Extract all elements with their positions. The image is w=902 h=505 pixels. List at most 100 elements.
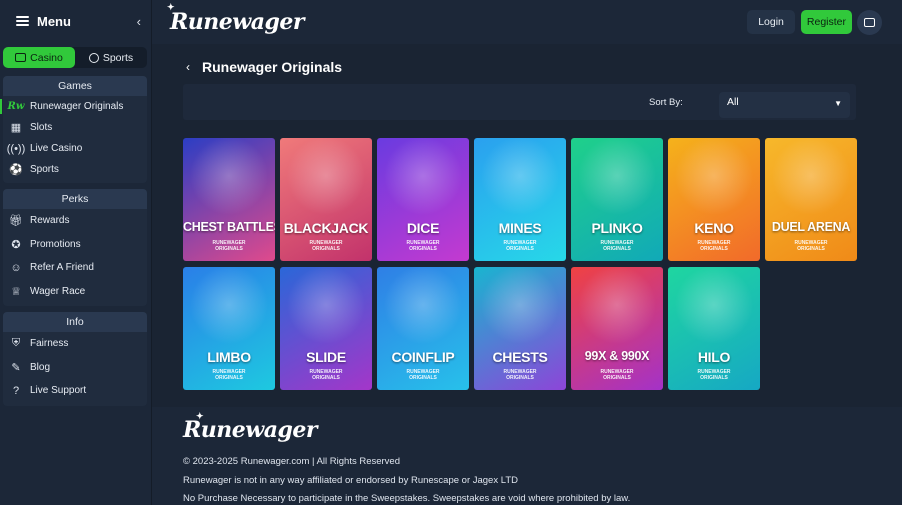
game-subtitle: RUNEWAGER ORIGINALS [600,369,634,381]
game-title: PLINKO [591,220,643,236]
casino-sports-toggle: Casino Sports [3,47,147,68]
casino-icon [15,53,27,62]
game-tile[interactable]: HILO RUNEWAGER ORIGINALS [668,267,760,390]
sidebar-item-blog[interactable]: ✎ Blog [3,356,147,380]
sidebar-item-label: Sports [30,164,59,175]
footer: ✦ Runewager © 2023-2025 Runewager.com | … [152,407,902,505]
game-subtitle: RUNEWAGER ORIGINALS [406,240,440,252]
blog-icon: ✎ [11,361,21,374]
back-chevron-icon[interactable]: ‹ [186,60,190,74]
casino-tab[interactable]: Casino [3,47,75,68]
sidebar-item-label: Live Casino [30,143,83,154]
game-tile[interactable]: CHESTS RUNEWAGER ORIGINALS [474,267,566,390]
help-icon: ? [12,384,20,397]
game-artwork [571,138,663,222]
game-artwork [377,138,469,222]
sidebar-item-sports[interactable]: ⚽ Sports [3,159,147,180]
games-section: Games Rw Runewager Originals ▦ Slots ((•… [0,76,147,183]
game-title: LIMBO [207,349,251,365]
sidebar-item-label: Wager Race [30,285,86,297]
game-tile[interactable]: MINES RUNEWAGER ORIGINALS [474,138,566,261]
sidebar-item-label: Blog [30,361,51,373]
games-section-title: Games [3,76,147,96]
sidebar-item-promotions[interactable]: ✪ Promotions [3,233,147,257]
sidebar-item-label: Refer A Friend [30,262,94,274]
game-subtitle: RUNEWAGER ORIGINALS [697,369,731,381]
sort-by-value: All [727,96,739,108]
game-subtitle: RUNEWAGER ORIGINALS [212,369,246,381]
refer-friend-icon: ☺ [10,261,22,274]
game-title: DUEL ARENA [771,220,851,234]
top-bar: ✦ Runewager Login Register [152,0,902,44]
sidebar-item-label: Runewager Originals [30,101,124,112]
chat-button[interactable] [857,9,882,35]
game-artwork [571,267,663,351]
sidebar-item-label: Slots [30,122,53,133]
game-title: CHEST BATTLES [183,220,275,234]
page-title: Runewager Originals [202,59,343,75]
game-subtitle: RUNEWAGER ORIGINALS [406,369,440,381]
game-subtitle: RUNEWAGER ORIGINALS [212,240,246,252]
chevron-down-icon: ▼ [834,99,842,108]
sidebar-item-refer-a-friend[interactable]: ☺ Refer A Friend [3,256,147,280]
game-tile[interactable]: COINFLIP RUNEWAGER ORIGINALS [377,267,469,390]
game-subtitle: RUNEWAGER ORIGINALS [794,240,828,252]
hamburger-icon[interactable] [16,16,29,26]
game-tile[interactable]: DUEL ARENA RUNEWAGER ORIGINALS [765,138,857,261]
game-tile[interactable]: CHEST BATTLES RUNEWAGER ORIGINALS [183,138,275,261]
game-tile[interactable]: LIMBO RUNEWAGER ORIGINALS [183,267,275,390]
game-title: 99X & 990X [584,349,650,363]
game-subtitle: RUNEWAGER ORIGINALS [600,240,634,252]
sparkle-icon: ✦ [167,3,175,13]
game-tile[interactable]: SLIDE RUNEWAGER ORIGINALS [280,267,372,390]
sweepstakes-disclaimer: No Purchase Necessary to participate in … [183,493,631,504]
sort-by-select[interactable]: All ▼ [719,92,850,118]
game-title: COINFLIP [391,349,455,365]
info-section-title: Info [3,312,147,332]
game-tile[interactable]: BLACKJACK RUNEWAGER ORIGINALS [280,138,372,261]
sort-by-label: Sort By: [649,97,683,108]
game-tile[interactable]: DICE RUNEWAGER ORIGINALS [377,138,469,261]
trophy-icon: ♕ [11,285,21,298]
game-artwork [474,138,566,222]
sidebar-item-fairness[interactable]: ⛨ Fairness [3,332,147,356]
game-artwork [183,267,275,351]
sidebar-item-runewager-originals[interactable]: Rw Runewager Originals [0,96,147,117]
menu-header: Menu ‹ [0,0,151,42]
game-subtitle: RUNEWAGER ORIGINALS [697,240,731,252]
logo-text: Runewager [170,9,304,35]
game-artwork [280,138,372,222]
runewager-icon: Rw [7,101,25,112]
sidebar-item-slots[interactable]: ▦ Slots [3,117,147,138]
game-artwork [377,267,469,351]
login-button[interactable]: Login [747,10,795,34]
filter-bar: Sort By: All ▼ [183,84,856,120]
affiliation-disclaimer: Runewager is not in any way affiliated o… [183,475,518,486]
sidebar-item-live-casino[interactable]: ((•)) Live Casino [3,138,147,159]
register-button[interactable]: Register [800,10,852,34]
game-tile[interactable]: PLINKO RUNEWAGER ORIGINALS [571,138,663,261]
game-title: BLACKJACK [283,220,369,236]
sidebar-item-live-support[interactable]: ? Live Support [3,379,147,403]
game-tile[interactable]: KENO RUNEWAGER ORIGINALS [668,138,760,261]
sidebar-item-label: Rewards [30,215,70,227]
sidebar: Menu ‹ Casino Sports Games Rw Runewager … [0,0,152,505]
collapse-chevron-icon[interactable]: ‹ [137,14,141,29]
sidebar-item-rewards[interactable]: 🎁︎ Rewards [3,209,147,233]
footer-logo[interactable]: ✦ Runewager [183,412,317,443]
perks-section-title: Perks [3,189,147,209]
sidebar-item-wager-race[interactable]: ♕ Wager Race [3,280,147,304]
runewager-logo[interactable]: ✦ Runewager [167,3,304,35]
sports-tab[interactable]: Sports [75,47,147,68]
live-casino-icon: ((•)) [6,142,26,155]
game-artwork [183,138,275,222]
game-title: CHESTS [492,349,548,365]
sidebar-item-label: Promotions [30,238,81,250]
game-title: DICE [406,220,440,236]
game-artwork [280,267,372,351]
game-subtitle: RUNEWAGER ORIGINALS [309,369,343,381]
slots-icon: ▦ [10,122,22,134]
game-artwork [765,138,857,222]
menu-title: Menu [37,13,71,29]
game-tile[interactable]: 99X & 990X RUNEWAGER ORIGINALS [571,267,663,390]
